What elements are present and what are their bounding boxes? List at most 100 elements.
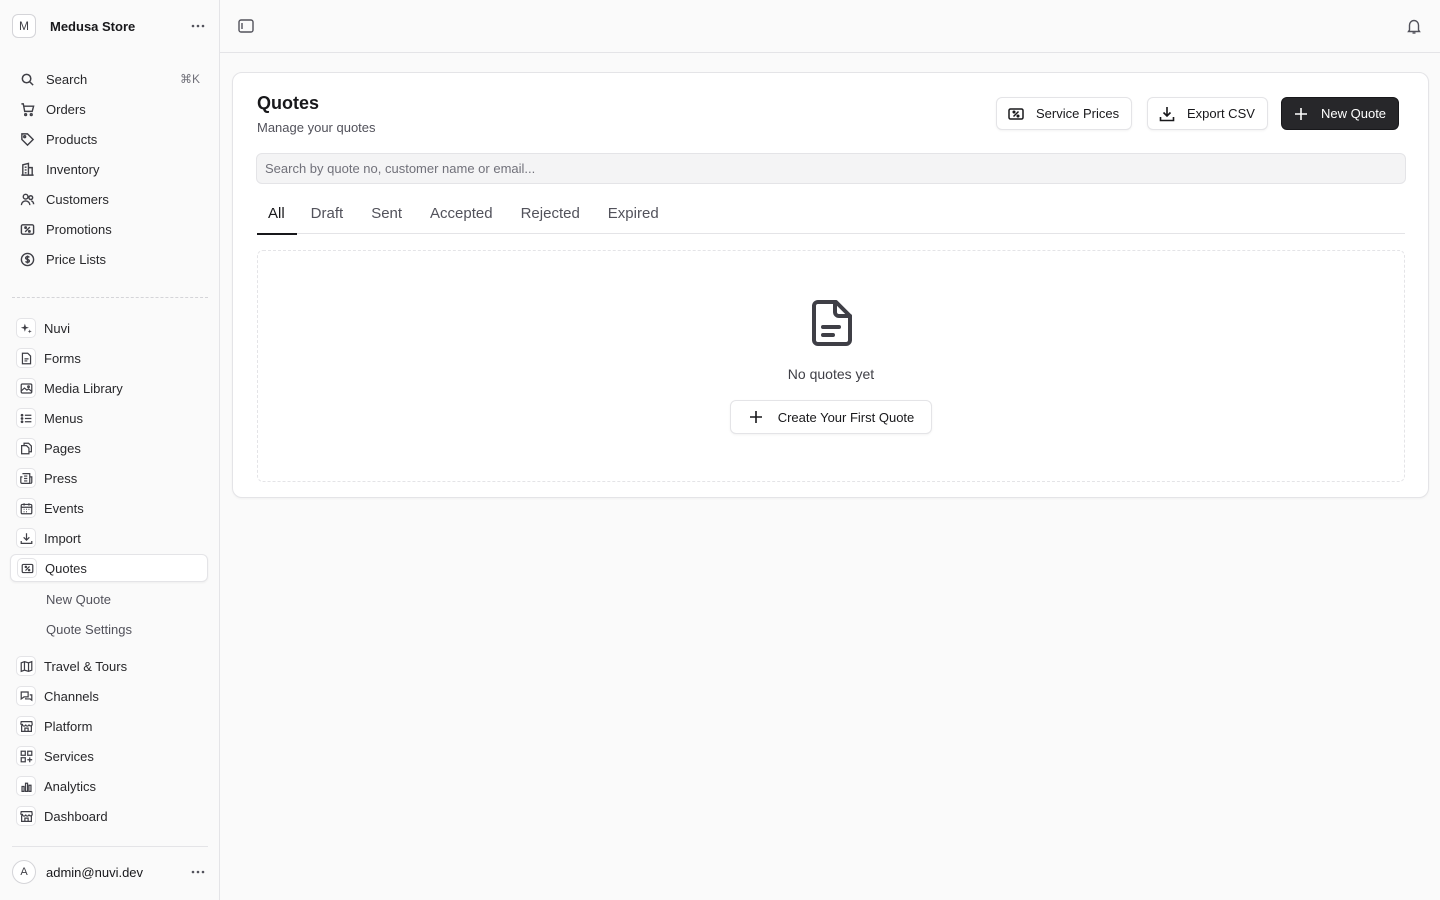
sidebar-item-label: Promotions <box>46 221 112 237</box>
sidebar-item-label: Pages <box>44 440 81 456</box>
sidebar-item-label: Press <box>44 470 78 486</box>
quotes-card: Quotes Manage your quotes Service Prices… <box>232 72 1429 498</box>
sidebar-item-label: Orders <box>46 101 86 117</box>
nav-extensions: Nuvi Forms Media Library Menus Pages Pre… <box>10 314 208 644</box>
new-quote-button[interactable]: New Quote <box>1281 97 1400 130</box>
sidebar-item-label: Price Lists <box>46 251 106 267</box>
sidebar-item-dashboard[interactable]: Dashboard <box>10 802 208 830</box>
calendar-icon <box>16 498 36 518</box>
sidebar-item-label: Dashboard <box>44 808 108 824</box>
topbar <box>220 0 1440 53</box>
sidebar-item-press[interactable]: Press <box>10 464 208 492</box>
sidebar-item-orders[interactable]: Orders <box>10 95 208 123</box>
sidebar-item-analytics[interactable]: Analytics <box>10 772 208 800</box>
sidebar-item-label: Search <box>46 71 88 87</box>
chat-bubbles-icon <box>16 686 36 706</box>
sidebar-item-forms[interactable]: Forms <box>10 344 208 372</box>
empty-state: No quotes yet Create Your First Quote <box>257 250 1405 482</box>
tab-accepted[interactable]: Accepted <box>418 193 505 234</box>
store-menu-icon[interactable] <box>188 16 208 36</box>
sidebar-item-channels[interactable]: Channels <box>10 682 208 710</box>
documents-icon <box>16 438 36 458</box>
create-first-quote-button[interactable]: Create Your First Quote <box>730 400 932 434</box>
new-quote-label: New Quote <box>1321 106 1387 121</box>
sidebar-item-nuvi[interactable]: Nuvi <box>10 314 208 342</box>
sidebar-item-label: Media Library <box>44 380 123 396</box>
users-icon <box>18 190 36 208</box>
sidebar-item-import[interactable]: Import <box>10 524 208 552</box>
sidebar-item-customers[interactable]: Customers <box>10 185 208 213</box>
nav-more: Travel & Tours Channels Platform Service… <box>10 652 208 846</box>
sidebar-item-label: Forms <box>44 350 81 366</box>
sidebar-item-label: Services <box>44 748 94 764</box>
service-prices-label: Service Prices <box>1036 106 1120 121</box>
sidebar-item-label: Customers <box>46 191 109 207</box>
sidebar-item-promotions[interactable]: Promotions <box>10 215 208 243</box>
search-shortcut: ⌘K <box>179 72 200 86</box>
sidebar-item-label: Travel & Tours <box>44 658 128 674</box>
tag-icon <box>18 130 36 148</box>
sparkles-icon <box>16 318 36 338</box>
tab-all[interactable]: All <box>257 193 297 235</box>
receipt-percent-icon <box>1008 107 1024 120</box>
plus-icon <box>749 411 762 423</box>
sidebar-divider <box>12 297 208 298</box>
squares-plus-icon <box>16 746 36 766</box>
sidebar: M Medusa Store Search ⌘K Orders Products <box>0 0 220 900</box>
user-email: admin@nuvi.dev <box>46 864 144 880</box>
building-storefront-icon <box>16 806 36 826</box>
plus-icon <box>1295 107 1307 120</box>
building-icon <box>18 160 36 178</box>
sidebar-item-menus[interactable]: Menus <box>10 404 208 432</box>
store-switcher[interactable]: M Medusa Store <box>12 14 208 38</box>
cart-icon <box>18 100 36 118</box>
tab-expired[interactable]: Expired <box>596 193 671 234</box>
sidebar-item-quotes[interactable]: Quotes <box>10 554 208 582</box>
sidebar-item-label: Channels <box>44 688 99 704</box>
receipt-percent-icon <box>18 220 36 238</box>
store-avatar: M <box>12 14 36 38</box>
sidebar-subitem-quote-settings[interactable]: Quote Settings <box>10 614 208 644</box>
nav-main: Search ⌘K Orders Products Inventory Cust… <box>10 65 208 275</box>
empty-message: No quotes yet <box>787 366 875 382</box>
sidebar-item-services[interactable]: Services <box>10 742 208 770</box>
sidebar-item-media-library[interactable]: Media Library <box>10 374 208 402</box>
sidebar-footer-divider <box>12 846 208 847</box>
user-menu-icon[interactable] <box>188 862 208 882</box>
search-input[interactable] <box>256 153 1406 184</box>
currency-dollar-icon <box>18 250 36 268</box>
document-text-icon <box>16 348 36 368</box>
list-bullet-icon <box>16 408 36 428</box>
tab-rejected[interactable]: Rejected <box>509 193 592 234</box>
create-first-quote-label: Create Your First Quote <box>777 409 915 425</box>
newspaper-icon <box>16 468 36 488</box>
tab-sent[interactable]: Sent <box>359 193 414 234</box>
sidebar-item-label: Products <box>46 131 98 147</box>
sidebar-item-label: Quotes <box>45 560 87 576</box>
export-csv-button[interactable]: Export CSV <box>1147 97 1268 130</box>
sidebar-item-inventory[interactable]: Inventory <box>10 155 208 183</box>
arrow-down-tray-icon <box>16 528 36 548</box>
arrow-down-tray-icon <box>1159 106 1175 121</box>
sidebar-item-platform[interactable]: Platform <box>10 712 208 740</box>
bell-icon[interactable] <box>1405 17 1423 35</box>
sidebar-item-products[interactable]: Products <box>10 125 208 153</box>
map-icon <box>16 656 36 676</box>
tab-draft[interactable]: Draft <box>299 193 356 234</box>
sidebar-item-pages[interactable]: Pages <box>10 434 208 462</box>
document-text-icon <box>810 299 854 347</box>
export-csv-label: Export CSV <box>1187 106 1255 121</box>
service-prices-button[interactable]: Service Prices <box>996 97 1133 130</box>
search-icon <box>18 70 36 88</box>
user-menu[interactable]: A admin@nuvi.dev <box>12 860 208 884</box>
store-name: Medusa Store <box>50 18 136 34</box>
sidebar-subitem-new-quote[interactable]: New Quote <box>10 584 208 614</box>
sidebar-item-label: Import <box>44 530 81 546</box>
sidebar-item-travel-tours[interactable]: Travel & Tours <box>10 652 208 680</box>
sidebar-item-events[interactable]: Events <box>10 494 208 522</box>
sidebar-item-label: Events <box>44 500 84 516</box>
sidebar-toggle-icon[interactable] <box>237 17 255 35</box>
page-title: Quotes <box>257 93 320 113</box>
sidebar-item-price-lists[interactable]: Price Lists <box>10 245 208 273</box>
sidebar-item-search[interactable]: Search ⌘K <box>10 65 208 93</box>
